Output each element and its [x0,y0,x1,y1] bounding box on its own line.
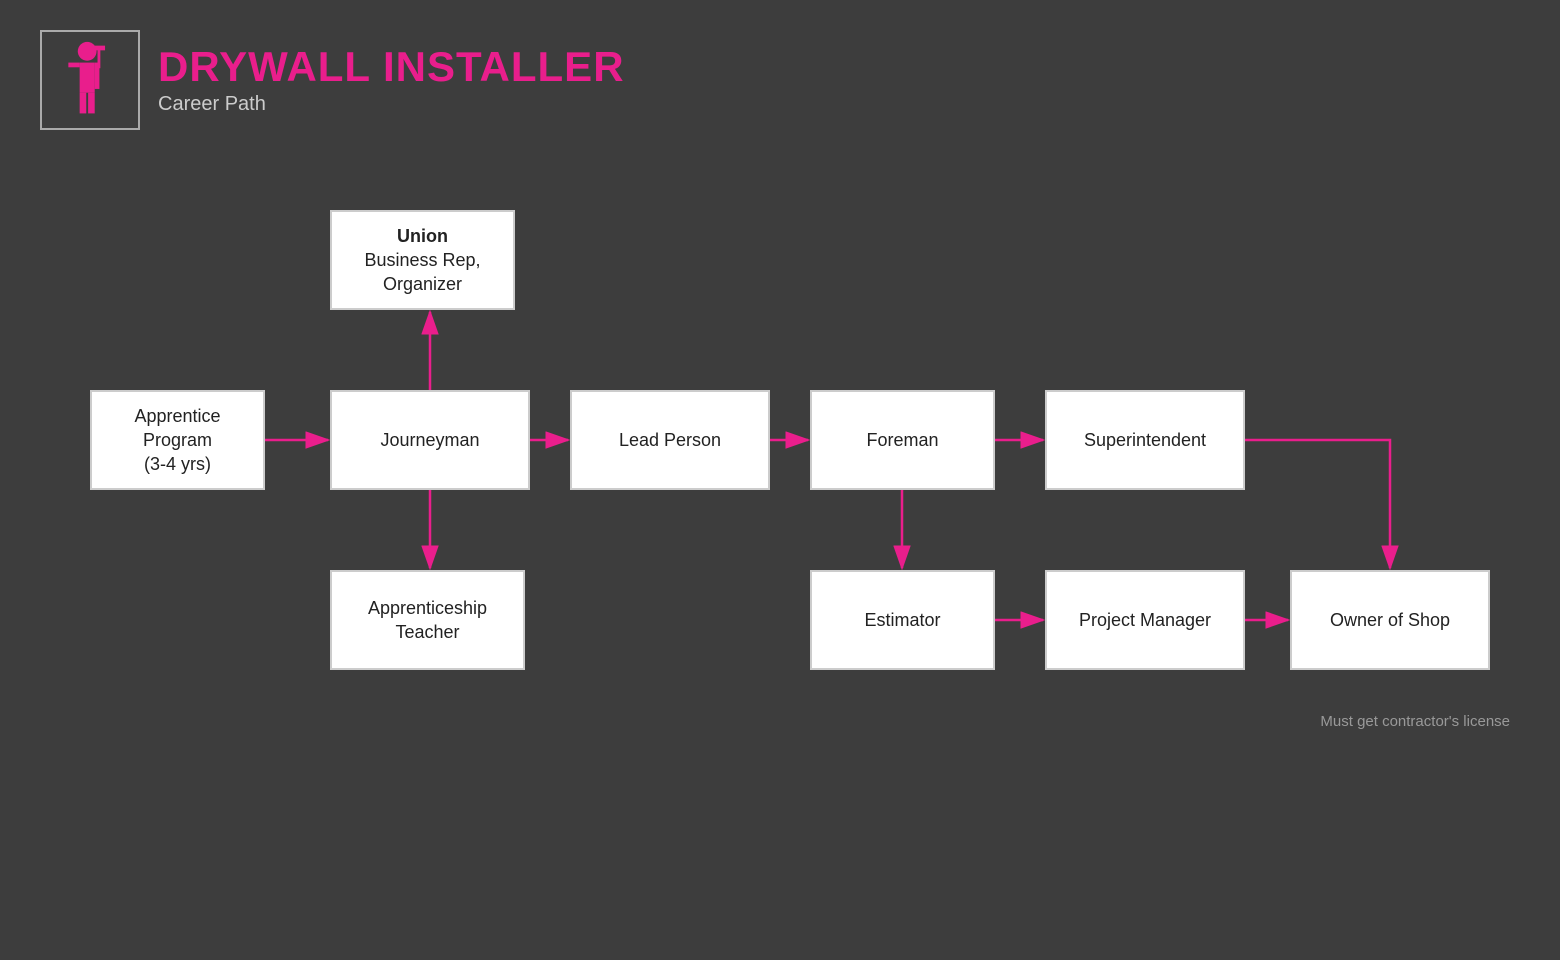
drywall-installer-icon [55,40,125,120]
foreman-box: Foreman [810,390,995,490]
contractor-license-note: Must get contractor's license [1320,713,1510,730]
lead-person-box: Lead Person [570,390,770,490]
apprenticeship-teacher-box: ApprenticeshipTeacher [330,570,525,670]
union-label-bold: Union [397,226,448,246]
union-label-rest: Business Rep,Organizer [364,250,480,294]
foreman-label: Foreman [866,428,938,452]
owner-of-shop-box: Owner of Shop [1290,570,1490,670]
project-manager-label: Project Manager [1079,608,1211,632]
union-box: Union Business Rep,Organizer [330,210,515,310]
career-path-diagram: Union Business Rep,Organizer ApprenticeP… [60,180,1540,740]
apprenticeship-teacher-label: ApprenticeshipTeacher [368,596,487,645]
journeyman-label: Journeyman [380,428,479,452]
page-title: DRYWALL INSTALLER [158,44,625,90]
lead-person-label: Lead Person [619,428,721,452]
logo-box [40,30,140,130]
apprentice-program-label: ApprenticeProgram(3-4 yrs) [134,404,220,477]
estimator-box: Estimator [810,570,995,670]
apprentice-program-box: ApprenticeProgram(3-4 yrs) [90,390,265,490]
superintendent-box: Superintendent [1045,390,1245,490]
project-manager-box: Project Manager [1045,570,1245,670]
journeyman-box: Journeyman [330,390,530,490]
estimator-label: Estimator [864,608,940,632]
owner-of-shop-label: Owner of Shop [1330,608,1450,632]
header: DRYWALL INSTALLER Career Path [40,30,625,130]
superintendent-label: Superintendent [1084,428,1206,452]
page-subtitle: Career Path [158,93,625,116]
title-block: DRYWALL INSTALLER Career Path [158,44,625,115]
